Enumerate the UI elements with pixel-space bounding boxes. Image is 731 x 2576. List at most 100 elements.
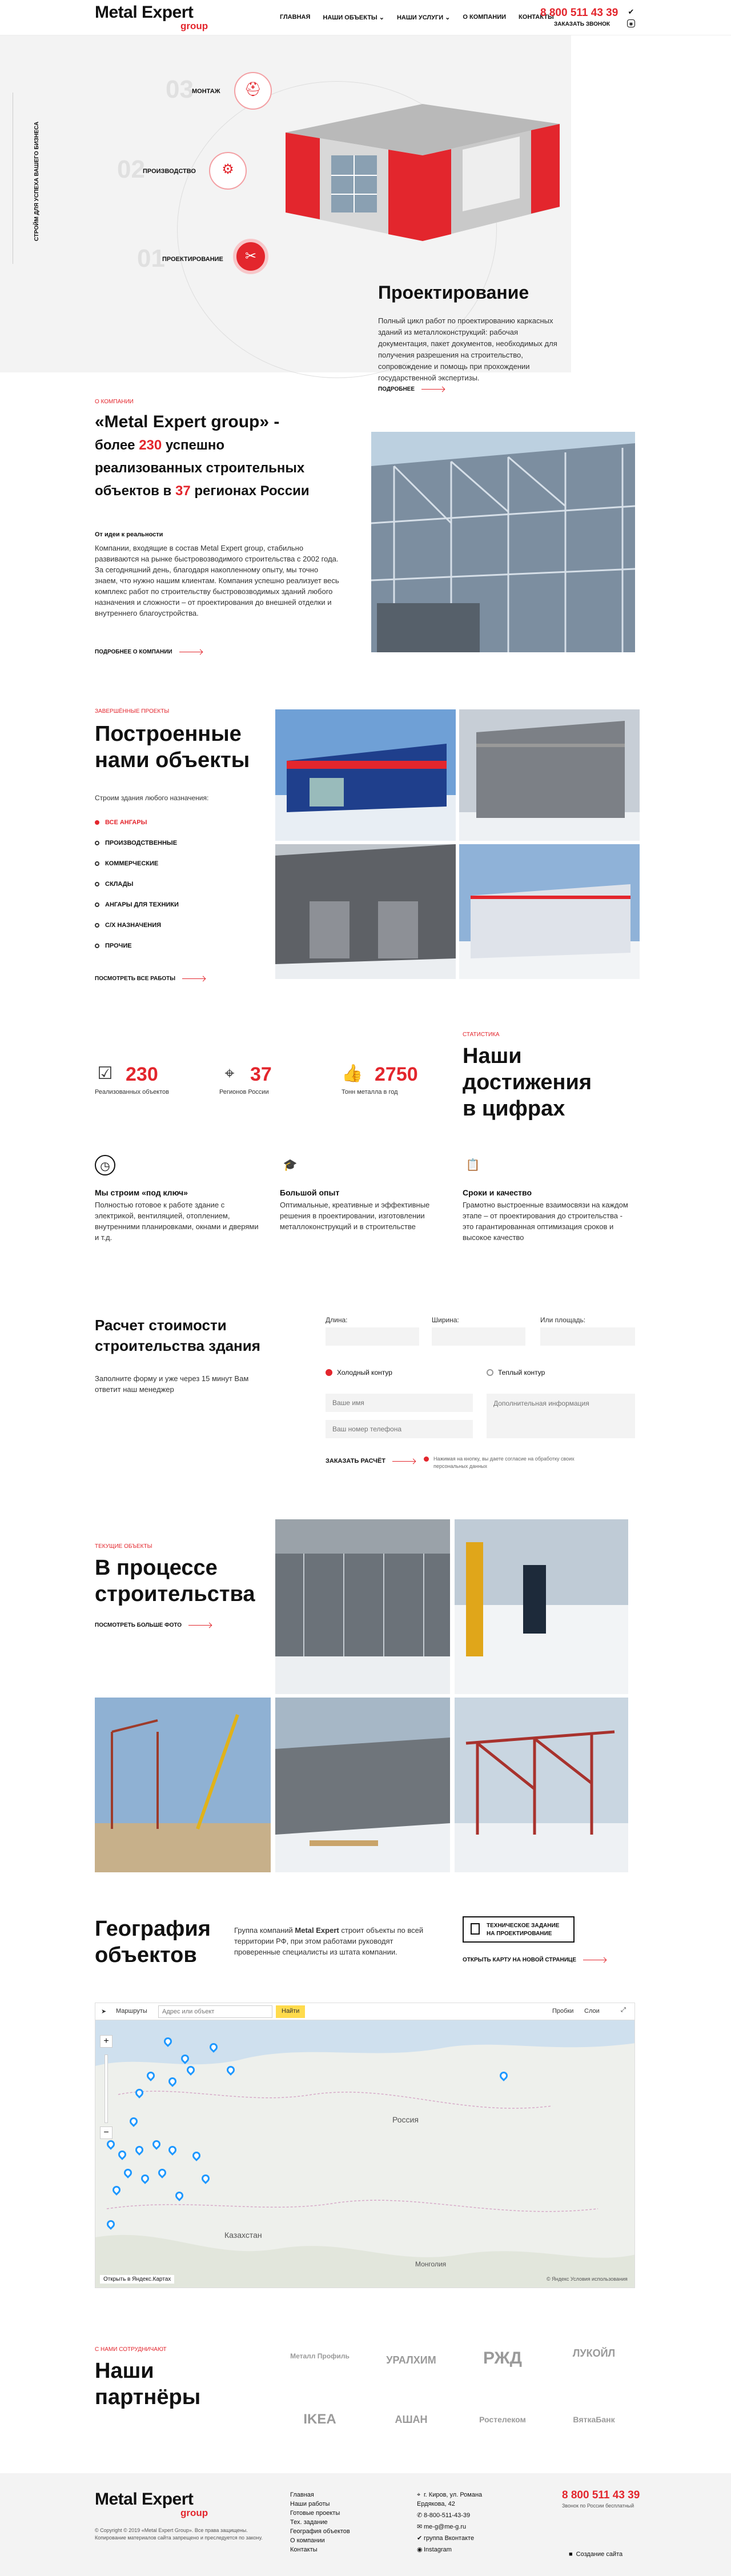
about-more-link[interactable]: Подробнее о компании (95, 649, 202, 655)
filter-label: Ангары для техники (105, 901, 179, 908)
footer-link[interactable]: О компании (290, 2536, 350, 2545)
partner-logo-vyatkabank: ВяткаБанк (573, 2415, 615, 2424)
about-title-part: объектов в (95, 483, 172, 499)
filter-all[interactable]: Все ангары (95, 819, 147, 826)
project-photo-3[interactable] (275, 844, 456, 979)
footer-link[interactable]: Наши работы (290, 2499, 350, 2509)
footer-instagram[interactable]: ◉ Instagram (417, 2545, 452, 2554)
feature-text: Полностью готовое к работе здание с элек… (95, 1201, 259, 1242)
footer-phone[interactable]: ✆ 8-800-511-43-39 (417, 2511, 470, 2520)
map-search-input[interactable] (158, 2005, 272, 2018)
footer-link[interactable]: География объектов (290, 2527, 350, 2536)
submit-calc-button[interactable]: Заказать расчёт (326, 1458, 415, 1464)
project-photo-1[interactable] (275, 709, 456, 841)
progress-photo-2[interactable] (455, 1519, 628, 1694)
map-terrain (95, 2020, 634, 2288)
projects-label: Завершённые проекты (95, 708, 170, 715)
map-layers[interactable]: Слои (584, 2008, 600, 2015)
navigation-icon[interactable]: ➤ (101, 2008, 106, 2015)
zoom-out-button[interactable]: − (100, 2126, 113, 2139)
projects-more-link[interactable]: Посмотреть все работы (95, 976, 206, 982)
factory-icon[interactable]: ⚙ (209, 152, 247, 190)
map-toolbar: ➤ Маршруты Найти Пробки Слои ⤢ (95, 2003, 634, 2020)
helmet-icon[interactable]: ⛑ (234, 72, 272, 110)
step-label-production[interactable]: Производство (143, 168, 196, 175)
tools-icon[interactable]: ✂ (233, 239, 268, 274)
nav-about[interactable]: О компании (463, 14, 506, 21)
radio-dot (326, 1369, 332, 1376)
filter-agri[interactable]: С/х назначения (95, 922, 161, 929)
footer-vk-text: группа Вконтакте (424, 2535, 475, 2542)
step-number: 03 (166, 75, 194, 103)
info-textarea[interactable] (487, 1394, 635, 1438)
about-title-line: более 230 успешно (95, 434, 358, 457)
progress-label: Текущие объекты (95, 1543, 152, 1550)
filter-machinery[interactable]: Ангары для техники (95, 901, 179, 908)
progress-photo-5[interactable] (455, 1698, 628, 1872)
geo-text-part: Группа компаний (234, 1926, 293, 1935)
filter-commercial[interactable]: Коммерческие (95, 860, 158, 867)
map-traffic[interactable]: Пробки (552, 2008, 573, 2015)
callback-link[interactable]: Заказать звонок (554, 21, 610, 27)
filter-dot (95, 902, 99, 907)
step-label-mount[interactable]: Монтаж (192, 88, 220, 95)
nav-home[interactable]: Главная (280, 14, 310, 21)
project-photo-2[interactable] (459, 709, 640, 841)
footer-address-text: г. Киров, ул. Романа Ердякова, 42 (417, 2491, 483, 2507)
progress-photo-1[interactable] (275, 1519, 450, 1694)
footer-link[interactable]: Главная (290, 2490, 350, 2499)
vk-icon[interactable]: ✔ (627, 8, 635, 16)
project-photo-4[interactable] (459, 844, 640, 979)
phone-input[interactable] (326, 1420, 473, 1438)
instagram-icon: ◉ (417, 2546, 423, 2553)
footer-logo[interactable]: Metal Expert group (95, 2490, 215, 2520)
tech-task-button[interactable]: Техническое задание на проектирование (463, 1916, 575, 1943)
area-input[interactable] (540, 1327, 635, 1346)
footer-link[interactable]: Тех. задание (290, 2518, 350, 2527)
width-input[interactable] (432, 1327, 525, 1346)
filter-warehouses[interactable]: Склады (95, 881, 133, 888)
about-title-part: успешно (165, 438, 225, 453)
warm-contour-radio[interactable]: Теплый контур (487, 1369, 545, 1377)
yandex-map[interactable]: ➤ Маршруты Найти Пробки Слои ⤢ + − Росси… (95, 2003, 635, 2288)
cold-contour-radio[interactable]: Холодный контур (326, 1369, 392, 1377)
footer-phone-big[interactable]: 8 800 511 43 39 (562, 2489, 640, 2502)
progress-more-link[interactable]: Посмотреть больше фото (95, 1622, 212, 1628)
consent-note[interactable]: Нажимая на кнопку, вы даете согласие на … (424, 1455, 595, 1470)
partners-label: С нами сотрудничают (95, 2346, 167, 2353)
footer-link[interactable]: Готовые проекты (290, 2509, 350, 2518)
document-icon (471, 1923, 480, 1935)
logo[interactable]: Metal Expert group (95, 3, 215, 33)
open-map-link[interactable]: Открыть карту на новой странице (463, 1957, 606, 1963)
map-find-button[interactable]: Найти (276, 2005, 306, 2018)
progress-photo-4[interactable] (275, 1698, 450, 1872)
clipboard-icon: 📋 (465, 1159, 480, 1171)
hero-more-text: Подробнее (378, 386, 415, 392)
partner-logo-rzd: РЖД (483, 2349, 523, 2368)
name-input[interactable] (326, 1394, 473, 1412)
length-input[interactable] (326, 1327, 419, 1346)
map-routes[interactable]: Маршруты (116, 2008, 147, 2015)
developer-link[interactable]: ■ Создание сайта (569, 2551, 622, 2558)
graduation-cap-icon: 🎓 (283, 1159, 298, 1171)
open-in-yandex[interactable]: Открыть в Яндекс.Картах (100, 2275, 175, 2284)
nav-services[interactable]: Наши услуги ⌄ (397, 14, 450, 21)
footer-free-call: Звонок по России бесплатный (562, 2503, 634, 2509)
zoom-in-button[interactable]: + (100, 2035, 113, 2048)
zoom-slider[interactable] (105, 2055, 108, 2123)
hero-vertical-text: Стройм для успеха вашего бизнеса (34, 121, 41, 242)
header-phone[interactable]: 8 800 511 43 39 (540, 7, 618, 19)
filter-production[interactable]: Производственные (95, 840, 177, 846)
consent-checkbox[interactable] (424, 1456, 429, 1462)
fullscreen-icon[interactable]: ⤢ (621, 2007, 626, 2014)
instagram-icon[interactable]: ◉ (627, 19, 635, 27)
footer-link[interactable]: Контакты (290, 2545, 350, 2554)
map-terms[interactable]: © Яндекс Условия использования (547, 2276, 628, 2282)
filter-other[interactable]: Прочие (95, 942, 132, 949)
footer-email[interactable]: ✉ me-g@me-g.ru (417, 2522, 466, 2531)
nav-objects[interactable]: Наши объекты ⌄ (323, 14, 384, 21)
hero-more-link[interactable]: Подробнее (378, 386, 445, 392)
footer-vk[interactable]: ✔ группа Вконтакте (417, 2534, 474, 2543)
progress-photo-3[interactable] (95, 1698, 271, 1872)
step-label-design[interactable]: Проектирование (162, 256, 223, 263)
